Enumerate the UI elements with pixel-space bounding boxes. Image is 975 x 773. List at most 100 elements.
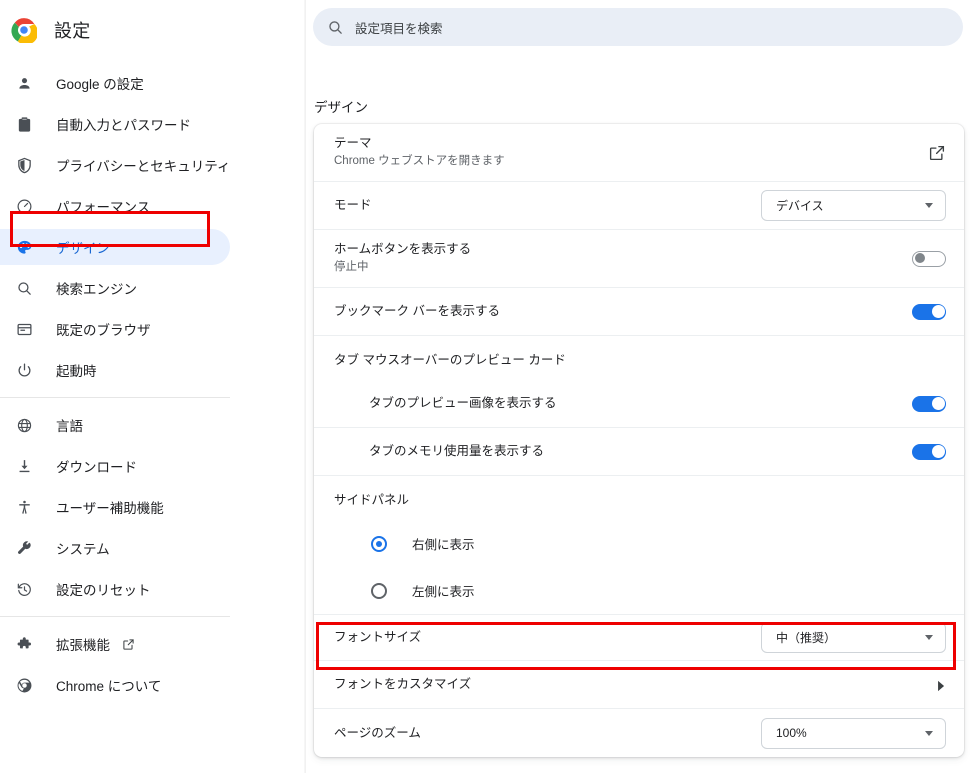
row-tab-memory-usage-label: タブのメモリ使用量を表示する: [369, 444, 545, 458]
chevron-right-icon[interactable]: [937, 679, 946, 691]
section-title: デザイン: [314, 100, 368, 115]
accessibility-icon: [14, 497, 34, 517]
tab-preview-image-toggle[interactable]: [912, 395, 946, 412]
sidebar-item-reset-settings[interactable]: 設定のリセット: [0, 571, 305, 607]
sidebar: 設定 Google の設定 自動入力とパスワード プライバシーとセキュリティ パ…: [0, 0, 305, 773]
sidebar-item-label: 自動入力とパスワード: [56, 118, 191, 133]
puzzle-icon: [14, 634, 34, 654]
mode-dropdown-value: デバイス: [776, 199, 824, 213]
mode-dropdown[interactable]: デバイス: [761, 190, 946, 221]
radio-button-icon[interactable]: [371, 535, 387, 552]
row-font-size: フォントサイズ 中（推奨）: [314, 614, 964, 661]
tab-memory-usage-toggle[interactable]: [912, 443, 946, 460]
row-page-zoom-label: ページのズーム: [334, 725, 421, 740]
row-bookmarks-bar: ブックマーク バーを表示する: [314, 288, 964, 336]
shield-icon: [14, 155, 34, 175]
settings-page: 設定 Google の設定 自動入力とパスワード プライバシーとセキュリティ パ…: [0, 0, 975, 773]
sidebar-item-search-engine[interactable]: 検索エンジン: [0, 270, 305, 306]
sidebar-item-label: プライバシーとセキュリティ: [56, 159, 231, 174]
font-size-dropdown-value: 中（推奨）: [776, 631, 837, 645]
sidebar-nav: Google の設定 自動入力とパスワード プライバシーとセキュリティ パフォー…: [0, 60, 305, 708]
sidebar-item-about-chrome[interactable]: Chrome について: [0, 667, 305, 703]
sidebar-item-autofill-passwords[interactable]: 自動入力とパスワード: [0, 106, 305, 142]
home-button-toggle[interactable]: [912, 250, 946, 267]
page-zoom-dropdown-value: 100%: [776, 726, 807, 740]
sidebar-item-label: 拡張機能: [56, 638, 110, 653]
sidebar-item-system[interactable]: システム: [0, 530, 305, 566]
search-icon: [14, 278, 34, 298]
globe-icon: [14, 415, 34, 435]
sidebar-item-downloads[interactable]: ダウンロード: [0, 448, 305, 484]
row-theme-sublabel: Chrome ウェブストアを開きます: [334, 155, 505, 167]
sidebar-item-privacy-security[interactable]: プライバシーとセキュリティ: [0, 147, 305, 183]
sidebar-item-label: デザイン: [56, 241, 110, 256]
chrome-logo: [11, 17, 39, 45]
palette-icon: [14, 237, 34, 257]
sidebar-item-label: 起動時: [56, 364, 97, 379]
sidebar-divider-1: [0, 397, 230, 398]
chrome-outline-icon: [14, 675, 34, 695]
row-mode: モード デバイス: [314, 182, 964, 230]
chevron-down-icon: [925, 203, 933, 208]
font-size-dropdown[interactable]: 中（推奨）: [761, 622, 946, 653]
sidebar-item-label: パフォーマンス: [56, 200, 151, 215]
row-customize-fonts-label: フォントをカスタマイズ: [334, 677, 472, 691]
sidebar-item-appearance[interactable]: デザイン: [0, 229, 230, 265]
sidebar-item-label: 既定のブラウザ: [56, 323, 151, 338]
sidebar-item-label: ユーザー補助機能: [56, 501, 164, 516]
row-page-zoom: ページのズーム 100%: [314, 709, 964, 757]
row-home-button-sublabel: 停止中: [334, 261, 369, 273]
sidebar-item-label: Chrome について: [56, 679, 162, 694]
sidebar-item-label: 検索エンジン: [56, 282, 137, 297]
row-tab-memory-usage: タブのメモリ使用量を表示する: [314, 428, 964, 476]
wrench-icon: [14, 538, 34, 558]
open-in-new-icon[interactable]: [122, 637, 136, 651]
power-icon: [14, 360, 34, 380]
radio-side-panel-left[interactable]: 左側に表示: [314, 567, 964, 614]
sidebar-item-extensions[interactable]: 拡張機能: [0, 626, 305, 662]
page-zoom-dropdown[interactable]: 100%: [761, 717, 946, 749]
person-icon: [14, 73, 34, 93]
radio-button-icon[interactable]: [371, 582, 387, 599]
radio-side-panel-left-label: 左側に表示: [412, 585, 475, 599]
row-customize-fonts[interactable]: フォントをカスタマイズ: [314, 661, 964, 709]
history-restore-icon: [14, 579, 34, 599]
sidebar-item-label: 設定のリセット: [56, 583, 151, 598]
bookmarks-bar-toggle[interactable]: [912, 303, 946, 320]
radio-side-panel-right[interactable]: 右側に表示: [314, 520, 964, 567]
row-theme-label: テーマ: [334, 136, 372, 150]
sidebar-item-label: ダウンロード: [56, 460, 137, 475]
row-bookmarks-bar-label: ブックマーク バーを表示する: [334, 304, 500, 318]
chevron-down-icon: [925, 635, 933, 640]
sidebar-item-performance[interactable]: パフォーマンス: [0, 188, 305, 224]
speedometer-icon: [14, 196, 34, 216]
sidebar-divider-2: [0, 616, 230, 617]
sidebar-item-label: 言語: [56, 419, 83, 434]
group-side-panel: サイドパネル: [314, 476, 964, 520]
sidebar-item-label: システム: [56, 542, 110, 557]
row-home-button: ホームボタンを表示する 停止中: [314, 230, 964, 288]
download-icon: [14, 456, 34, 476]
sidebar-item-default-browser[interactable]: 既定のブラウザ: [0, 311, 305, 347]
sidebar-item-on-startup[interactable]: 起動時: [0, 352, 305, 388]
sidebar-item-google-settings[interactable]: Google の設定: [0, 65, 305, 101]
row-font-size-label: フォントサイズ: [334, 630, 422, 644]
open-in-new-icon[interactable]: [928, 144, 946, 162]
row-home-button-label: ホームボタンを表示する: [334, 242, 472, 256]
radio-side-panel-right-label: 右側に表示: [412, 538, 475, 552]
row-theme[interactable]: テーマ Chrome ウェブストアを開きます: [314, 124, 964, 182]
browser-window-icon: [14, 319, 34, 339]
page-title: 設定: [54, 21, 91, 41]
search-icon: [327, 19, 344, 36]
search-placeholder: 設定項目を検索: [355, 21, 443, 36]
main-content: 設定項目を検索 デザイン テーマ Chrome ウェブストアを開きます モード: [305, 0, 975, 773]
sidebar-item-languages[interactable]: 言語: [0, 407, 305, 443]
sidebar-item-label: Google の設定: [56, 77, 144, 92]
sidebar-item-accessibility[interactable]: ユーザー補助機能: [0, 489, 305, 525]
group-tab-preview-label: タブ マウスオーバーのプレビュー カード: [334, 352, 566, 367]
group-tab-preview-cards: タブ マウスオーバーのプレビュー カード: [314, 336, 964, 380]
search-input[interactable]: 設定項目を検索: [313, 8, 963, 46]
row-tab-preview-image: タブのプレビュー画像を表示する: [314, 380, 964, 428]
app-brand: 設定: [0, 10, 90, 50]
group-side-panel-label: サイドパネル: [334, 492, 410, 507]
